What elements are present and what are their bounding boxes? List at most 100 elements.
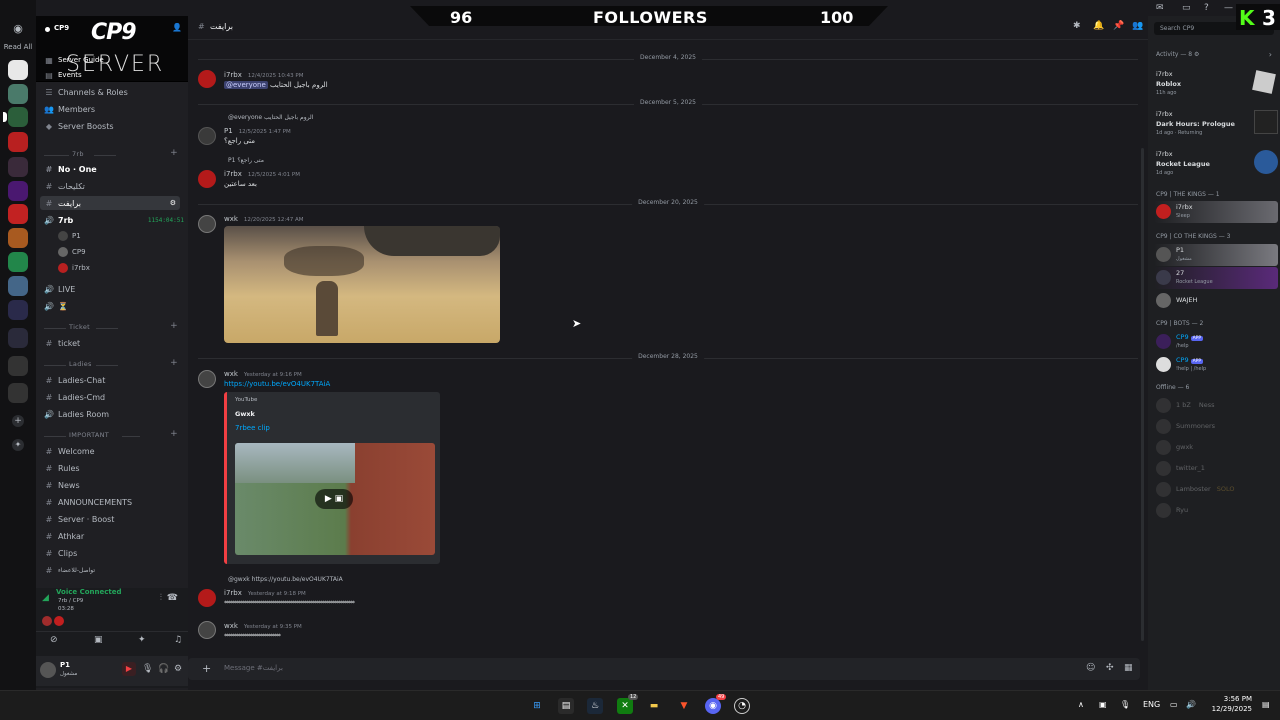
server-icon-cp9[interactable] [8, 107, 28, 127]
scrollbar[interactable] [1141, 148, 1144, 641]
help-icon[interactable]: ? [1204, 3, 1209, 13]
channel-item[interactable]: # تكليحات [44, 179, 85, 193]
chevron-up-icon[interactable]: ∧ [1078, 700, 1084, 709]
avatar[interactable] [40, 662, 56, 678]
member-item[interactable]: P1 مشغول [1154, 244, 1278, 266]
activity-card[interactable]: i7rbx Dark Hours: Prologue 1d ago · Retu… [1154, 108, 1278, 136]
member-item[interactable]: CP9 APP /help [1154, 331, 1278, 353]
server-icon[interactable] [8, 356, 28, 376]
voice-channel-name[interactable]: 7rb / CP9 [58, 598, 83, 604]
message-input[interactable]: Message #برايفت [224, 664, 283, 672]
member-item[interactable]: twitter_1 [1154, 458, 1278, 480]
noise-suppression-icon[interactable]: ⫶ [160, 593, 162, 603]
brave-icon[interactable]: ▼ [676, 698, 692, 714]
clock-date[interactable]: 12/29/2025 [1206, 705, 1252, 713]
server-icon[interactable] [8, 132, 28, 152]
author-name[interactable]: wxk [224, 215, 238, 223]
notifications-icon[interactable]: ▤ [1262, 700, 1270, 709]
member-item[interactable]: Lamboster SOLO [1154, 479, 1278, 501]
message-author[interactable]: i7rbx Yesterday at 9:18 PM [224, 589, 306, 597]
channel-rules[interactable]: # Rules [44, 461, 80, 475]
channel-ladies-cmd[interactable]: # Ladies-Cmd [44, 390, 105, 404]
server-icon[interactable] [8, 252, 28, 272]
member-item[interactable]: gwxk [1154, 437, 1278, 459]
channel-selected[interactable]: # برايفت ⚙ [40, 196, 180, 210]
voice-channel-7rb[interactable]: 🔊 7rb 1154:04:51 [44, 213, 184, 227]
clock-time[interactable]: 3:56 PM [1206, 695, 1252, 703]
channel-ticket[interactable]: # ticket [44, 336, 81, 350]
events[interactable]: ▤ Events [44, 68, 81, 82]
discord-icon[interactable]: ◉ [10, 22, 26, 35]
message-author[interactable]: wxk 12/20/2025 12:47 AM [224, 215, 303, 223]
mention[interactable]: @everyone [224, 81, 268, 89]
channel-no-one[interactable]: # No · One [44, 162, 97, 176]
add-channel-icon[interactable]: + [170, 321, 178, 331]
category-ladies[interactable]: Ladies + [44, 358, 180, 370]
settings-icon[interactable]: ⚙ [170, 199, 176, 207]
channel-item[interactable]: # تواصل-للاعضاء [44, 563, 95, 577]
channels-roles[interactable]: ☰ Channels & Roles [44, 85, 127, 99]
voice-user[interactable]: CP9 [58, 245, 86, 259]
camera-icon[interactable]: ▶ [122, 662, 136, 676]
avatar[interactable] [198, 127, 216, 145]
embed-author[interactable]: Gwxk [235, 410, 255, 418]
channel-ladies-room[interactable]: 🔊 Ladies Room [44, 407, 109, 421]
channel-news[interactable]: # News [44, 478, 80, 492]
server-boosts[interactable]: ◆ Server Boosts [44, 119, 114, 133]
member-item[interactable]: 1 bZ Ness [1154, 395, 1278, 417]
xbox-icon[interactable]: ✕ [617, 698, 633, 714]
server-icon[interactable] [8, 157, 28, 177]
reply-preview[interactable]: P1 متى راجع؟ [228, 157, 264, 164]
add-attachment-icon[interactable]: + [202, 662, 211, 675]
server-icon[interactable] [8, 383, 28, 403]
embed-title[interactable]: 7rbee clip [235, 424, 270, 432]
avatar[interactable] [198, 170, 216, 188]
window-icon[interactable]: ▭ [1182, 3, 1191, 13]
message-author[interactable]: wxk Yesterday at 9:16 PM [224, 370, 302, 378]
channel-ladies-chat[interactable]: # Ladies-Chat [44, 373, 106, 387]
gift-icon[interactable]: ▦ [1124, 663, 1133, 673]
chevron-right-icon[interactable]: › [1269, 50, 1272, 59]
channel-announcements[interactable]: # ANNOUNCEMENTS [44, 495, 132, 509]
user-settings-icon[interactable]: ⚙ [174, 664, 182, 674]
author-name[interactable]: P1 [224, 127, 233, 135]
avatar[interactable] [198, 589, 216, 607]
pin-icon[interactable]: 📌 [1113, 21, 1124, 31]
read-all-button[interactable]: Read All [0, 43, 36, 51]
author-name[interactable]: i7rbx [224, 71, 242, 79]
author-name[interactable]: wxk [224, 370, 238, 378]
voice-channel[interactable]: 🔊 ⏳ [44, 299, 68, 313]
microphone-tray-icon[interactable]: 🎙 [1120, 700, 1130, 709]
member-list-icon[interactable]: 👥 [1132, 21, 1143, 31]
voice-user[interactable]: P1 [58, 229, 81, 243]
message-link[interactable]: https://youtu.be/evO4UK7TAiA [224, 380, 330, 388]
category-ticket[interactable]: Ticket + [44, 321, 180, 333]
activity-card[interactable]: i7rbx Roblox 11h ago [1154, 68, 1278, 96]
bell-icon[interactable]: 🔔 [1093, 21, 1104, 31]
voice-user[interactable]: i7rbx [58, 261, 90, 275]
reply-preview[interactable]: @everyone الروم باجيل الحتايب [228, 114, 313, 121]
avatar[interactable] [198, 621, 216, 639]
channel-clips[interactable]: # Clips [44, 546, 78, 560]
server-icon[interactable] [8, 328, 28, 348]
avatar[interactable] [198, 215, 216, 233]
channel-athkar[interactable]: # Athkar [44, 529, 85, 543]
recorder-icon[interactable]: ◔ [734, 698, 750, 714]
message-author[interactable]: i7rbx 12/4/2025 10:43 PM [224, 71, 304, 79]
member-item[interactable]: CP9 APP !help | /help [1154, 354, 1278, 376]
author-name[interactable]: i7rbx [224, 170, 242, 178]
member-item[interactable]: 27 Rocket League [1154, 267, 1278, 289]
server-icon[interactable] [8, 276, 28, 296]
discover-icon[interactable]: ✦ [12, 439, 24, 451]
volume-icon[interactable]: 🔊 [1186, 700, 1196, 709]
server-icon[interactable] [8, 84, 28, 104]
voice-channel-live[interactable]: 🔊 LIVE [44, 282, 75, 296]
members-link[interactable]: 👥 Members [44, 102, 95, 116]
tray-app-icon[interactable]: ▣ [1099, 700, 1107, 709]
server-icon[interactable] [8, 181, 28, 201]
member-item[interactable]: WAJEH [1154, 290, 1278, 312]
activity-card[interactable]: i7rbx Rocket League 1d ago [1154, 148, 1278, 176]
member-item[interactable]: Ryu [1154, 500, 1278, 522]
microphone-icon[interactable]: 🎙 [142, 664, 153, 674]
server-icon[interactable] [8, 60, 28, 80]
